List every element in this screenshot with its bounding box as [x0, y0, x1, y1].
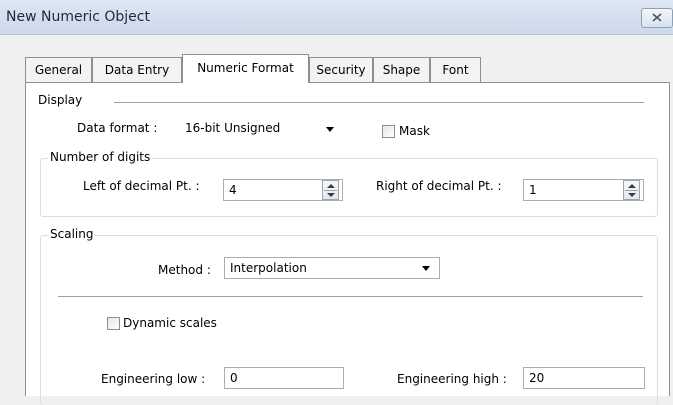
eng-high-input[interactable]: 20: [523, 367, 645, 389]
eng-high-value: 20: [529, 371, 545, 385]
right-decimal-spin[interactable]: [623, 180, 640, 200]
method-label: Method :: [158, 263, 211, 277]
number-of-digits-label: Number of digits: [48, 150, 153, 164]
left-decimal-spin[interactable]: [322, 180, 339, 200]
eng-high-label: Engineering high :: [397, 372, 507, 386]
close-icon: [652, 13, 662, 22]
dynamic-scales-label: Dynamic scales: [123, 316, 217, 330]
tab-data-entry[interactable]: Data Entry: [92, 57, 182, 82]
mask-label: Mask: [399, 124, 430, 138]
data-format-value: 16-bit Unsigned: [185, 121, 281, 135]
right-decimal-value: 1: [529, 183, 537, 197]
eng-low-value: 0: [230, 371, 238, 385]
display-divider: [114, 102, 644, 103]
method-select[interactable]: Interpolation: [224, 257, 440, 279]
data-format-select[interactable]: 16-bit Unsigned: [179, 117, 339, 139]
tab-shape[interactable]: Shape: [373, 57, 430, 82]
tab-font[interactable]: Font: [430, 57, 481, 82]
tab-numeric-format[interactable]: Numeric Format: [182, 54, 309, 83]
numeric-format-panel: Display Data format : 16-bit Unsigned Ma…: [25, 82, 670, 405]
method-value: Interpolation: [230, 261, 307, 275]
spin-up-icon: [628, 184, 636, 188]
scaling-label: Scaling: [48, 227, 96, 241]
dynamic-scales-checkbox[interactable]: [107, 317, 120, 330]
chevron-down-icon: [422, 266, 430, 271]
title-bar: New Numeric Object: [0, 0, 673, 35]
right-decimal-label: Right of decimal Pt. :: [376, 179, 502, 193]
window-title: New Numeric Object: [6, 9, 150, 25]
data-format-label: Data format :: [77, 121, 158, 135]
chevron-down-icon: [326, 127, 334, 132]
display-section-label: Display: [38, 93, 83, 107]
left-decimal-label: Left of decimal Pt. :: [83, 179, 200, 193]
close-button[interactable]: [641, 8, 673, 28]
mask-checkbox[interactable]: [382, 125, 395, 138]
eng-low-input[interactable]: 0: [224, 367, 344, 389]
left-decimal-value: 4: [229, 183, 237, 197]
spin-down-icon: [327, 193, 335, 197]
eng-low-label: Engineering low :: [101, 372, 206, 386]
tab-security[interactable]: Security: [309, 57, 373, 82]
spin-down-icon: [628, 193, 636, 197]
tab-general[interactable]: General: [25, 57, 92, 82]
scaling-divider: [58, 296, 643, 297]
spin-up-icon: [327, 184, 335, 188]
